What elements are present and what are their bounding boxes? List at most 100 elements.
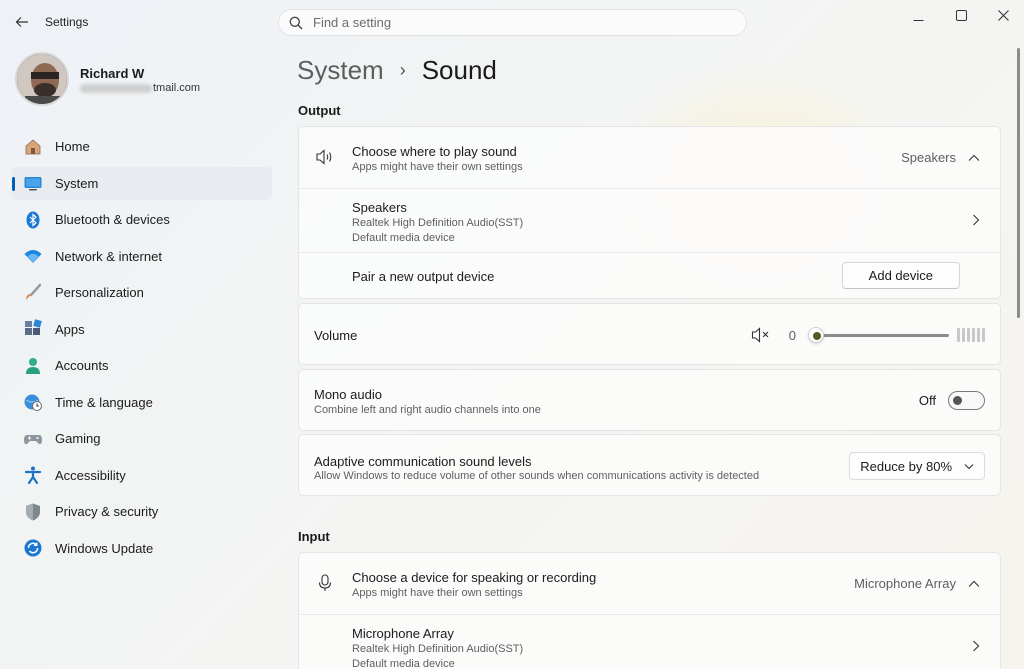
- sidebar-item-label: Accessibility: [55, 467, 126, 483]
- sidebar-item-label: Home: [55, 139, 90, 154]
- sidebar-item-system[interactable]: System: [12, 166, 272, 200]
- mono-audio-subtitle: Combine left and right audio channels in…: [314, 404, 541, 416]
- choose-output-title: Choose where to play sound: [352, 144, 517, 159]
- sidebar-item-time-language[interactable]: Time & language: [12, 386, 272, 419]
- volume-slider-thumb[interactable]: [808, 327, 824, 343]
- volume-level-meter: [957, 328, 985, 342]
- profile-name: Richard W: [80, 66, 145, 81]
- breadcrumb-separator: ›: [399, 59, 406, 80]
- sidebar-item-personalization[interactable]: Personalization: [12, 276, 272, 309]
- output-device-card: Choose where to play sound Apps might ha…: [298, 126, 1001, 299]
- sidebar-item-privacy[interactable]: Privacy & security: [12, 495, 272, 528]
- adaptive-sound-subtitle: Allow Windows to reduce volume of other …: [314, 470, 760, 482]
- breadcrumb-parent[interactable]: System: [297, 55, 384, 86]
- brush-icon: [23, 283, 43, 303]
- volume-title: Volume: [314, 328, 358, 343]
- bluetooth-icon: [23, 210, 43, 230]
- avatar: [15, 52, 69, 106]
- choose-input-row[interactable]: Choose a device for speaking or recordin…: [299, 553, 1000, 615]
- output-device-driver: Realtek High Definition Audio(SST): [352, 217, 524, 229]
- scrollbar[interactable]: [1017, 48, 1020, 318]
- sidebar-item-label: Gaming: [55, 431, 101, 446]
- selected-output-value: Speakers: [901, 150, 956, 165]
- choose-output-row[interactable]: Choose where to play sound Apps might ha…: [299, 127, 1000, 189]
- page-title: Sound: [421, 54, 497, 85]
- redacted-email-part: [80, 83, 152, 93]
- pair-output-title: Pair a new output device: [352, 269, 495, 284]
- input-device-name: Microphone Array: [352, 626, 454, 641]
- volume-card: Volume 0: [298, 303, 1001, 365]
- search-input[interactable]: [313, 15, 713, 30]
- search-box[interactable]: [278, 9, 747, 36]
- sidebar-nav: Home System Bluetooth & devices Network …: [12, 130, 272, 568]
- arrow-left-icon: [15, 17, 28, 27]
- accessibility-icon: [23, 465, 43, 485]
- mono-audio-toggle[interactable]: [948, 391, 985, 410]
- app-title: Settings: [45, 15, 89, 29]
- sidebar-item-home[interactable]: Home: [12, 130, 272, 163]
- back-button[interactable]: [8, 8, 36, 36]
- input-device-card: Choose a device for speaking or recordin…: [298, 552, 1001, 669]
- volume-slider-track: [812, 334, 949, 337]
- avatar-image: [17, 54, 67, 104]
- output-section-label: Output: [298, 103, 341, 118]
- chevron-right-icon[interactable]: [972, 640, 980, 652]
- sidebar-item-apps[interactable]: Apps: [12, 313, 272, 346]
- sidebar-item-accessibility[interactable]: Accessibility: [12, 459, 272, 492]
- microphone-icon: [314, 572, 336, 594]
- sidebar-item-accounts[interactable]: Accounts: [12, 349, 272, 382]
- input-device-driver: Realtek High Definition Audio(SST): [352, 643, 524, 655]
- speaker-muted-icon[interactable]: [751, 326, 771, 344]
- adaptive-sound-value: Reduce by 80%: [860, 458, 952, 474]
- close-button[interactable]: [982, 0, 1024, 30]
- sidebar-item-label: Apps: [55, 321, 85, 337]
- update-icon: [23, 538, 43, 558]
- mono-audio-state: Off: [918, 393, 936, 408]
- search-icon: [289, 16, 303, 29]
- speaker-icon: [314, 146, 336, 168]
- sidebar-item-label: Bluetooth & devices: [55, 212, 170, 227]
- adaptive-sound-dropdown[interactable]: Reduce by 80%: [849, 452, 985, 480]
- adaptive-sound-card: Adaptive communication sound levels Allo…: [298, 434, 1001, 496]
- volume-slider[interactable]: [808, 325, 953, 345]
- minimize-button[interactable]: [897, 0, 939, 30]
- selected-input-value: Microphone Array: [854, 576, 956, 591]
- wifi-icon: [23, 246, 43, 266]
- maximize-button[interactable]: [940, 0, 982, 30]
- sidebar-item-network[interactable]: Network & internet: [12, 240, 272, 273]
- output-device-status: Default media device: [352, 232, 455, 244]
- maximize-icon: [955, 9, 967, 21]
- chevron-up-icon[interactable]: [968, 154, 980, 162]
- mono-audio-title: Mono audio: [314, 387, 382, 402]
- choose-input-title: Choose a device for speaking or recordin…: [352, 570, 597, 585]
- sidebar-item-bluetooth[interactable]: Bluetooth & devices: [12, 203, 272, 236]
- pair-output-row: Pair a new output device Add device: [299, 253, 1000, 299]
- add-device-button[interactable]: Add device: [841, 262, 960, 289]
- title-bar: Settings: [0, 0, 1024, 44]
- choose-input-subtitle: Apps might have their own settings: [352, 587, 523, 599]
- user-profile[interactable]: Richard W tmail.com: [15, 52, 275, 108]
- chevron-up-icon[interactable]: [968, 580, 980, 588]
- sidebar-item-label: Windows Update: [55, 540, 154, 556]
- input-device-microphone[interactable]: Microphone Array Realtek High Definition…: [299, 615, 1000, 669]
- volume-value: 0: [788, 327, 796, 343]
- sidebar-item-label: Time & language: [55, 394, 153, 410]
- settings-window: Settings Richard W tmail.com: [0, 0, 1024, 669]
- output-device-speakers[interactable]: Speakers Realtek High Definition Audio(S…: [299, 189, 1000, 253]
- close-icon: [997, 9, 1009, 21]
- sidebar-item-windows-update[interactable]: Windows Update: [12, 532, 272, 565]
- sidebar-item-label: Accounts: [55, 358, 109, 373]
- minimize-icon: [913, 19, 923, 21]
- home-icon: [23, 137, 43, 157]
- chevron-right-icon[interactable]: [972, 214, 980, 226]
- sidebar-item-label: Privacy & security: [55, 504, 159, 519]
- shield-icon: [23, 502, 43, 522]
- sidebar-item-label: Network & internet: [55, 248, 162, 264]
- output-device-name: Speakers: [352, 200, 407, 215]
- chevron-down-icon: [964, 463, 974, 469]
- sidebar-item-label: System: [55, 175, 99, 191]
- monitor-icon: [23, 173, 43, 193]
- sidebar-item-gaming[interactable]: Gaming: [12, 422, 272, 455]
- gamepad-icon: [23, 429, 43, 449]
- breadcrumb: System › Sound: [297, 52, 497, 88]
